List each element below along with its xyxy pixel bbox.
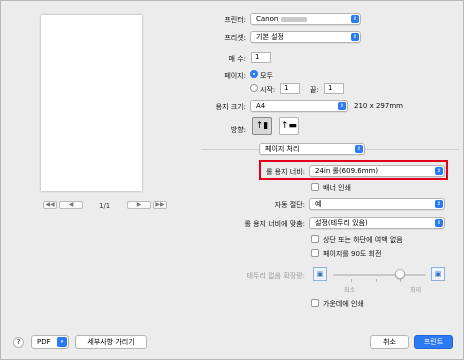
hide-details-button[interactable]: 세부사항 가리기 [75, 335, 147, 349]
borderless-ext-label: 테두리 없음 확장량: [246, 272, 305, 280]
pdf-label: PDF [37, 338, 51, 346]
slider-min-label: 최소 [344, 287, 356, 294]
landscape-icon: ↑▬ [280, 121, 298, 131]
auto-cut-select[interactable]: 예 ⇕ [309, 198, 445, 210]
rotate-90-checkbox[interactable] [311, 249, 319, 257]
fit-roll-value: 설정(테두리 있음) [315, 219, 368, 227]
pages-from-label: 시작: [260, 86, 276, 94]
last-page-button[interactable]: ▶▶ [153, 201, 167, 209]
cancel-button[interactable]: 취소 [370, 335, 409, 349]
pages-label: 페이지: [224, 72, 246, 80]
preset-select[interactable]: 기본 설정 ⇕ [250, 31, 361, 43]
fit-roll-label: 롤 용지 너비에 맞춤: [244, 220, 305, 228]
print-button[interactable]: 프린트 [414, 335, 453, 349]
preset-value: 기본 설정 [256, 33, 284, 41]
banner-print-checkbox[interactable] [311, 183, 319, 191]
printer-select[interactable]: Canon ⇕ [250, 13, 361, 25]
paper-dimensions: 210 x 297mm [354, 102, 403, 110]
section-value: 페이지 처리 [265, 145, 300, 153]
pages-to-input[interactable]: 1 [324, 83, 344, 94]
print-center-label: 가운데에 인쇄 [323, 300, 364, 308]
no-margin-checkbox[interactable] [311, 235, 319, 243]
slider-tick [400, 279, 401, 282]
pages-to-label: 끝: [310, 86, 319, 94]
paper-size-value: A4 [256, 102, 266, 110]
prev-page-button[interactable]: ◀ [59, 201, 83, 209]
chevron-updown-icon: ⇕ [338, 102, 346, 110]
paper-size-label: 용지 크기: [215, 103, 246, 111]
chevron-down-icon: ▾ [57, 337, 67, 347]
page-preview [41, 15, 142, 191]
printer-value: Canon [256, 15, 279, 23]
chevron-updown-icon: ⇕ [435, 200, 443, 208]
orientation-label: 방향: [230, 126, 246, 134]
last-page-icon: ▶▶ [155, 201, 165, 208]
landscape-button[interactable]: ↑▬ [279, 117, 299, 135]
paper-size-select[interactable]: A4 ⇕ [250, 100, 348, 112]
printer-label: 프린터: [224, 16, 246, 24]
portrait-button[interactable]: ↑▮ [252, 117, 272, 135]
chevron-updown-icon: ⇕ [351, 15, 359, 23]
pages-all-label: 모두 [260, 72, 273, 80]
borderless-slider-thumb[interactable] [395, 269, 405, 279]
auto-cut-value: 예 [315, 200, 322, 208]
page-indicator: 1/1 [99, 202, 111, 210]
slider-max-label: 최대 [410, 287, 422, 294]
copies-label: 매 수: [228, 55, 246, 63]
slider-tick [351, 279, 352, 282]
highlight-box [259, 160, 448, 180]
chevron-updown-icon: ⇕ [351, 33, 359, 41]
no-margin-label: 상단 또는 하단에 여백 없음 [323, 236, 403, 244]
redacted-model [281, 16, 308, 22]
pages-range-radio[interactable] [250, 84, 258, 92]
help-button[interactable]: ? [13, 337, 24, 348]
print-dialog: ◀◀ ◀ 1/1 ▶ ▶▶ 프린터: Canon ⇕ 프리셋: 기본 설정 ⇕ … [0, 0, 464, 360]
prev-page-icon: ◀ [68, 201, 74, 208]
rotate-90-label: 페이지를 90도 회전 [323, 250, 382, 258]
slider-tick [376, 279, 377, 282]
copies-input[interactable]: 1 [251, 52, 271, 63]
next-page-icon: ▶ [136, 201, 142, 208]
small-extension-icon: ▣ [313, 267, 327, 281]
large-extension-icon: ▣ [431, 267, 445, 281]
banner-print-label: 배너 인쇄 [323, 184, 351, 192]
pdf-menu-button[interactable]: PDF ▾ [31, 335, 69, 349]
preset-label: 프리셋: [224, 34, 246, 42]
borderless-slider-track[interactable] [333, 274, 426, 276]
auto-cut-label: 자동 절단: [274, 201, 305, 209]
first-page-button[interactable]: ◀◀ [43, 201, 57, 209]
next-page-button[interactable]: ▶ [127, 201, 151, 209]
first-page-icon: ◀◀ [45, 201, 55, 208]
chevron-updown-icon: ⇕ [355, 145, 363, 153]
portrait-icon: ↑▮ [255, 121, 269, 131]
fit-roll-select[interactable]: 설정(테두리 있음) ⇕ [309, 217, 445, 229]
chevron-updown-icon: ⇕ [435, 219, 443, 227]
print-center-checkbox[interactable] [311, 299, 319, 307]
pages-from-input[interactable]: 1 [280, 83, 300, 94]
pages-all-radio[interactable] [250, 70, 258, 78]
section-select[interactable]: 페이지 처리 ⇕ [259, 143, 365, 155]
